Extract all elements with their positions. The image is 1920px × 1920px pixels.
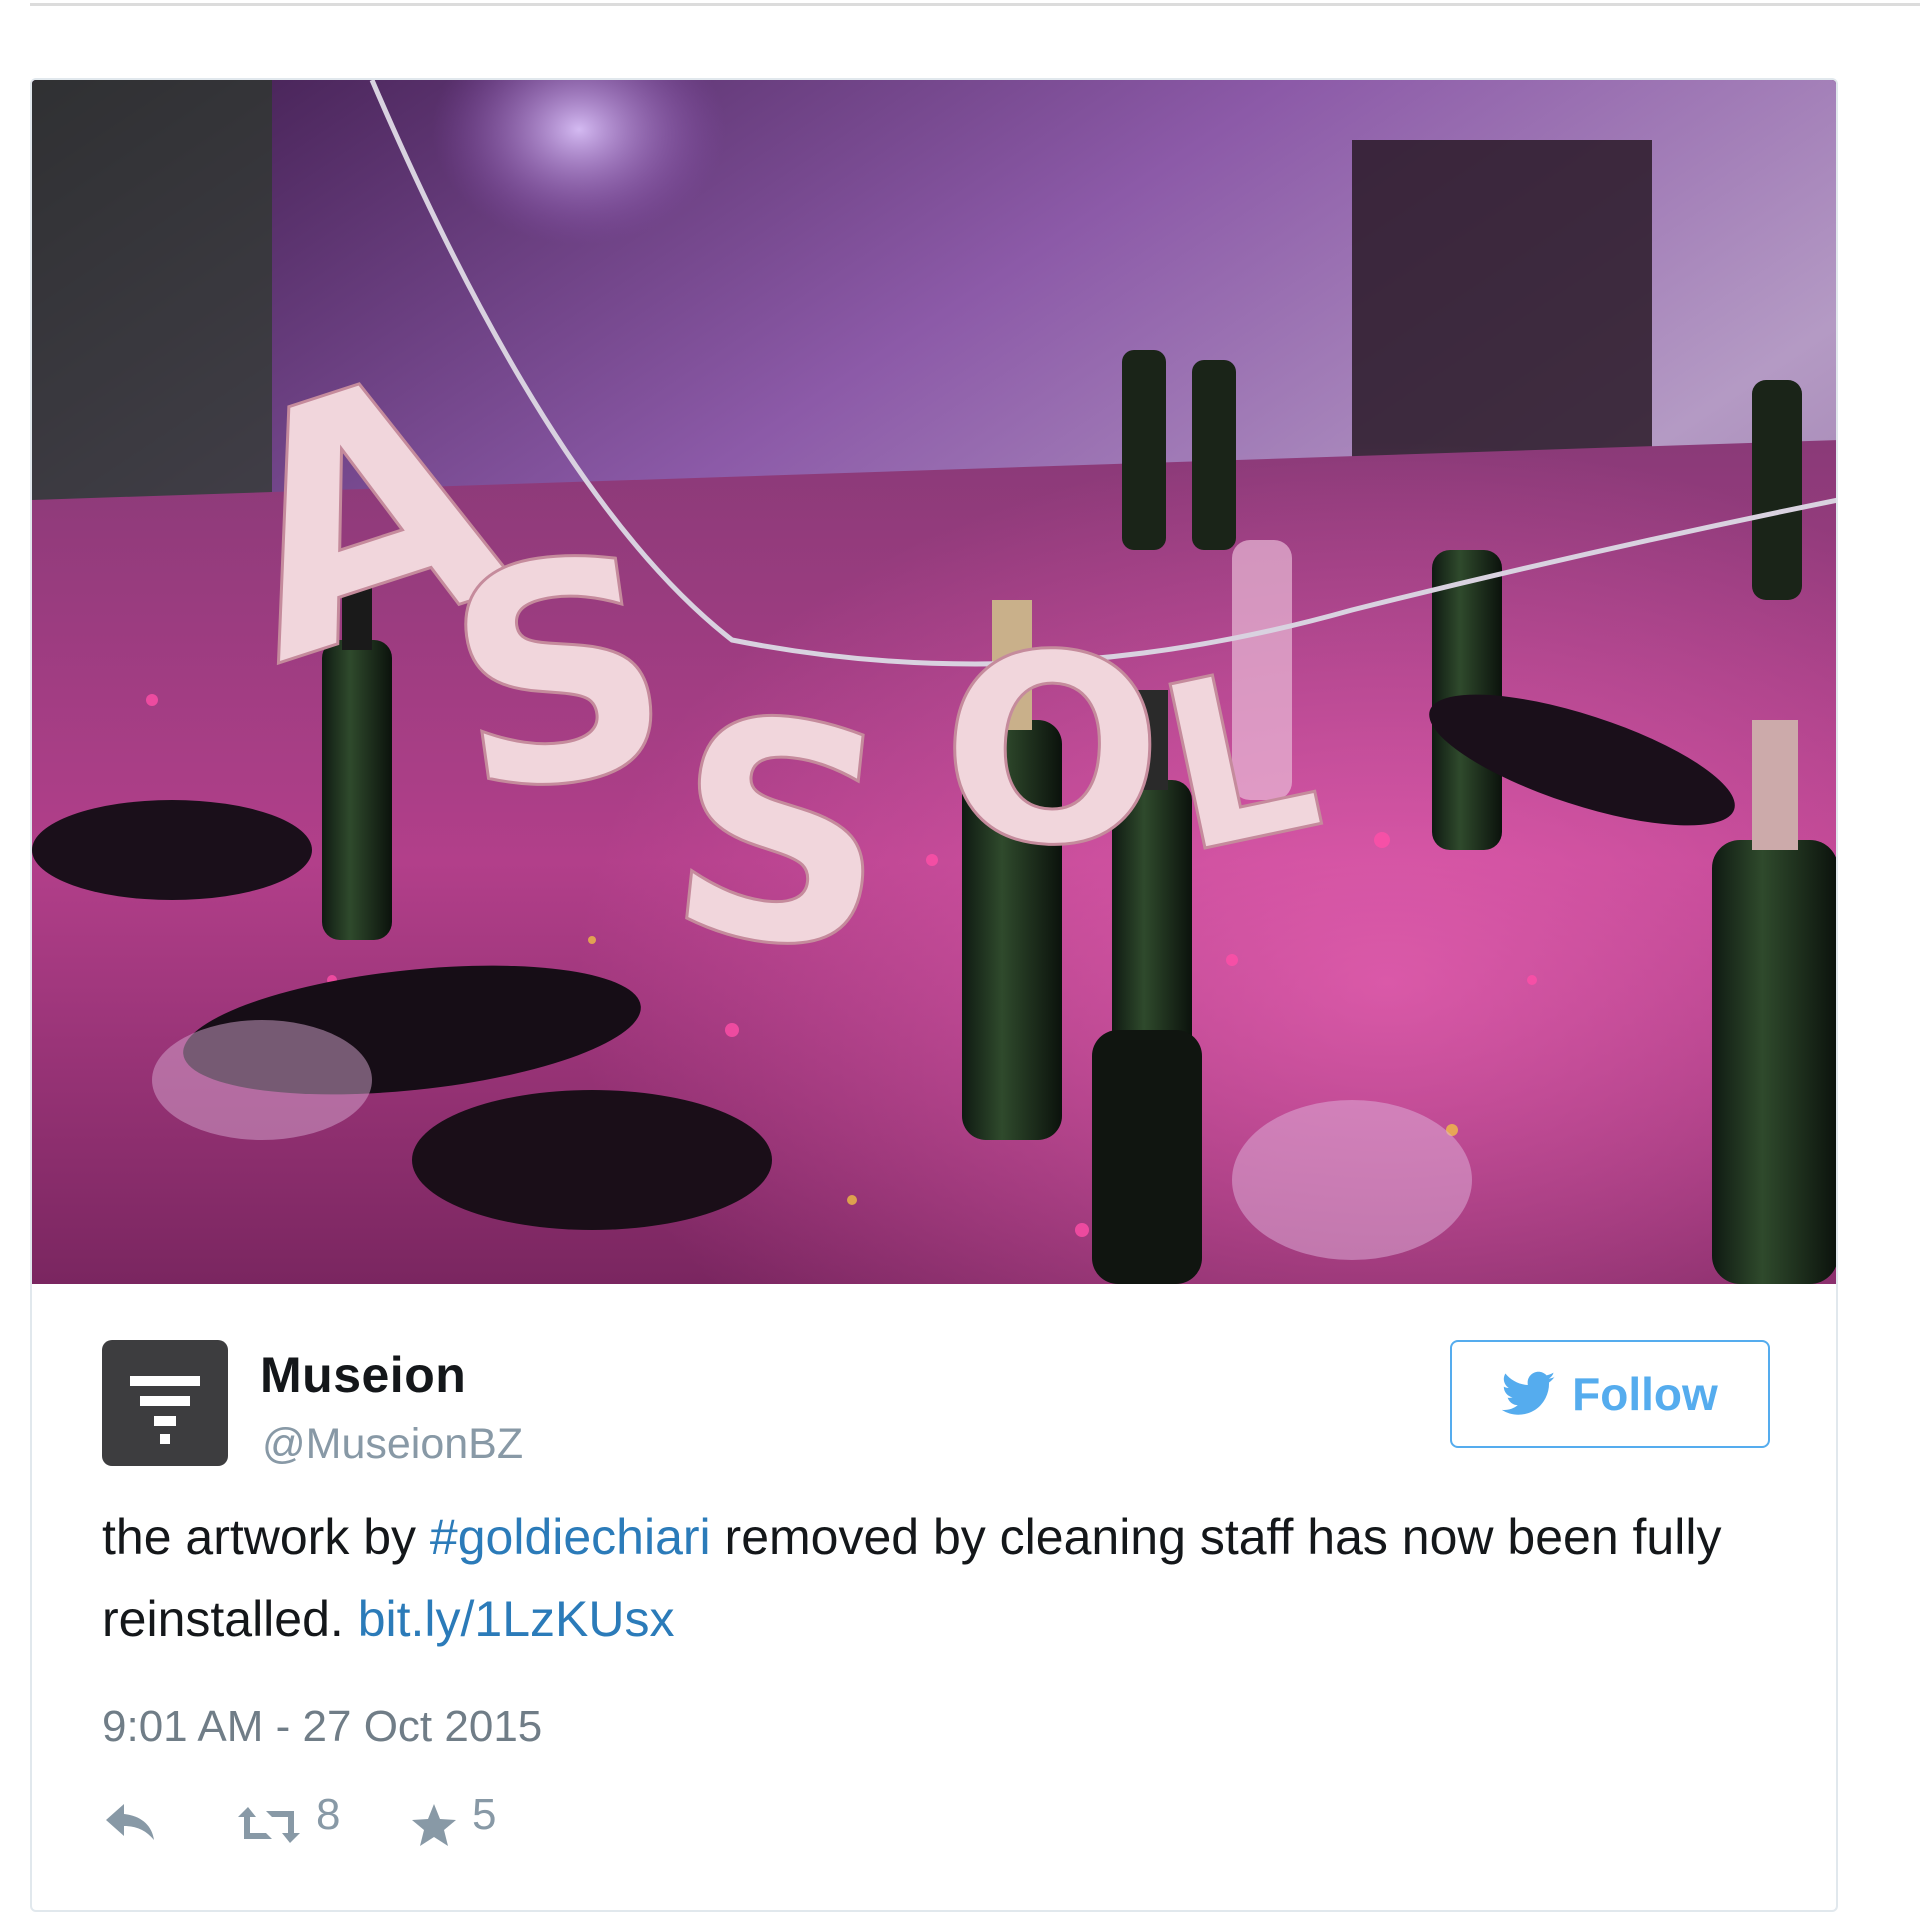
tweet-timestamp[interactable]: 9:01 AM - 27 Oct 2015 <box>102 1702 542 1752</box>
banner-letter-o: O <box>936 597 1167 907</box>
tweet-text: the artwork by #goldiechiari removed by … <box>102 1496 1782 1660</box>
tweet-photo[interactable]: A S S O L <box>32 80 1836 1284</box>
favorite-button[interactable]: 5 <box>410 1790 496 1850</box>
follow-label: Follow <box>1572 1368 1718 1420</box>
retweet-icon <box>238 1807 300 1843</box>
star-icon <box>412 1804 456 1846</box>
reply-button[interactable] <box>102 1800 158 1844</box>
embedded-tweet: A S S O L Museion @MuseionBZ Follow the … <box>30 78 1838 1912</box>
reply-icon <box>106 1804 154 1840</box>
twitter-bird-icon <box>1502 1371 1556 1415</box>
short-url-link[interactable]: bit.ly/1LzKUsx <box>358 1591 675 1647</box>
party-installation-photo: A S S O L <box>32 80 1836 1284</box>
retweet-count: 8 <box>316 1790 341 1839</box>
tweet-text-part1: the artwork by <box>102 1509 430 1565</box>
avatar[interactable] <box>102 1340 228 1466</box>
favorite-count: 5 <box>472 1790 497 1839</box>
author-handle[interactable]: @MuseionBZ <box>262 1420 523 1469</box>
tweet-actions: 8 5 <box>102 1790 802 1880</box>
museion-logo-icon <box>130 1376 200 1444</box>
retweet-button[interactable]: 8 <box>236 1790 340 1850</box>
hashtag-link[interactable]: #goldiechiari <box>430 1509 711 1565</box>
banner-letter-s2: S <box>655 650 906 1020</box>
author-display-name[interactable]: Museion <box>260 1346 466 1404</box>
follow-button[interactable]: Follow <box>1450 1340 1770 1448</box>
top-divider <box>30 3 1920 6</box>
